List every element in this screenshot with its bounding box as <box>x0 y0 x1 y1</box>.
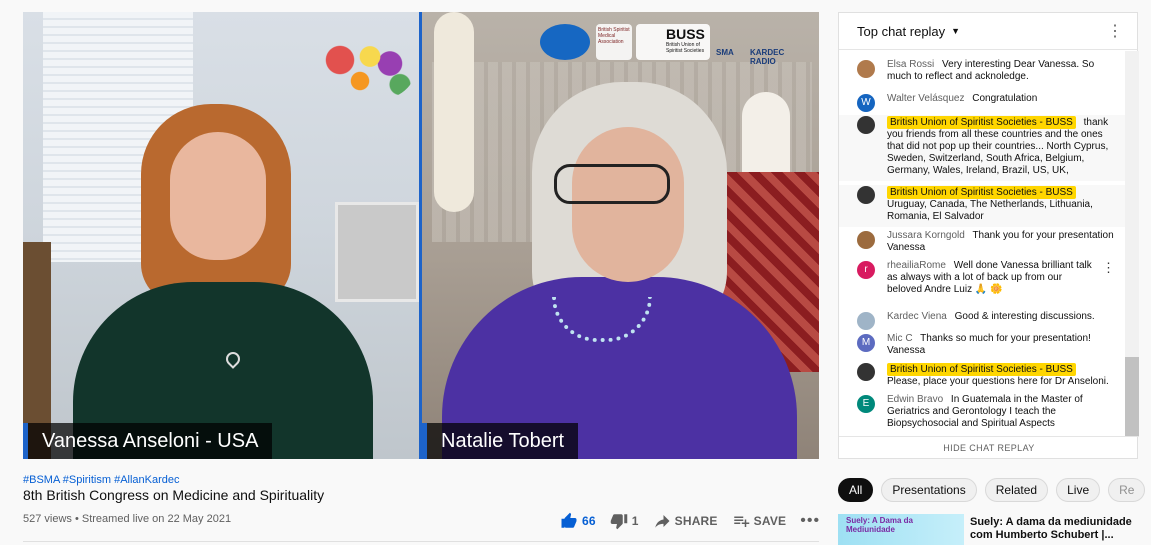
speaker-face <box>170 132 266 260</box>
dislike-count: 1 <box>631 514 639 528</box>
video-title: 8th British Congress on Medicine and Spi… <box>23 487 325 503</box>
sponsor-logos: British Spiritist Medical Association BU… <box>540 20 812 68</box>
buss-logo: BUSS British Union of Spiritist Societie… <box>636 24 710 60</box>
chat-author[interactable]: Edwin Bravo <box>887 394 943 405</box>
glasses <box>554 164 670 204</box>
chat-message: British Union of Spiritist Societies - B… <box>839 362 1125 391</box>
chat-author[interactable]: Jussara Korngold <box>887 230 965 241</box>
recommended-video[interactable]: Suely: A Dama da Mediunidade Suely: A da… <box>838 514 1138 545</box>
chat-menu-icon[interactable]: ⋮ <box>1107 21 1123 41</box>
dropdown-arrow-icon[interactable]: ▼ <box>951 26 960 36</box>
kardec-radio-logo: KARDEC RADIO <box>750 48 785 66</box>
avatar[interactable]: r <box>857 261 875 279</box>
dislike-button[interactable]: 1 <box>610 512 639 530</box>
chat-message: E Edwin Bravo In Guatemala in the Master… <box>839 394 1125 430</box>
speaker-tile-right: British Spiritist Medical Association BU… <box>422 12 819 459</box>
video-player[interactable]: Vanessa Anseloni - USA British Spiritist… <box>23 12 819 459</box>
chat-scrollbar[interactable] <box>1125 51 1139 437</box>
chip-live[interactable]: Live <box>1056 478 1101 502</box>
buss-logo-subtext: British Union of Spiritist Societies <box>666 42 705 54</box>
buss-avatar[interactable] <box>857 116 875 134</box>
chip-related[interactable]: Related <box>984 478 1049 502</box>
hashtags[interactable]: #BSMA #Spiritism #AllanKardec <box>23 474 180 486</box>
buss-avatar[interactable] <box>857 363 875 381</box>
like-button[interactable]: 66 <box>560 512 596 530</box>
chat-message: r rheailiaRome Well done Vanessa brillia… <box>839 260 1125 296</box>
playlist-add-icon <box>733 516 749 527</box>
chat-text: Please, place your questions here for Dr… <box>887 376 1109 387</box>
chat-message: British Union of Spiritist Societies - B… <box>839 115 1125 181</box>
chat-author[interactable]: Mic C <box>887 333 913 344</box>
recommended-thumbnail[interactable]: Suely: A Dama da Mediunidade <box>838 514 964 545</box>
video-meta: 527 views • Streamed live on 22 May 2021 <box>23 513 232 525</box>
separator <box>23 541 819 542</box>
live-chat-replay: Top chat replay ▼ ⋮ Elsa Rossi Very inte… <box>838 12 1139 459</box>
message-menu-icon[interactable]: ⋮ <box>1102 261 1115 274</box>
speaker-tile-left: Vanessa Anseloni - USA <box>23 12 419 459</box>
recommended-title[interactable]: Suely: A dama da mediunidade com Humbert… <box>970 516 1138 542</box>
youtube-watch-page: Vanessa Anseloni - USA British Spiritist… <box>0 0 1151 545</box>
vase <box>434 12 474 212</box>
bsma-logo: British Spiritist Medical Association <box>596 24 632 60</box>
chat-author[interactable]: Elsa Rossi <box>887 59 934 70</box>
chat-author-owner[interactable]: British Union of Spiritist Societies - B… <box>887 186 1076 199</box>
chat-message: British Union of Spiritist Societies - B… <box>839 185 1125 227</box>
speaker-face <box>572 127 684 282</box>
chat-messages[interactable]: Elsa Rossi Very interesting Dear Vanessa… <box>839 51 1139 437</box>
chat-author[interactable]: Walter Velásquez <box>887 93 964 104</box>
chat-message: M Mic C Thanks so much for your presenta… <box>839 333 1125 357</box>
chat-message: Jussara Korngold Thank you for your pres… <box>839 230 1125 254</box>
speaker-name-left: Vanessa Anseloni - USA <box>23 423 273 459</box>
chat-author-owner[interactable]: British Union of Spiritist Societies - B… <box>887 116 1076 129</box>
wall-portrait <box>335 202 419 302</box>
chat-text: Congratulation <box>972 93 1038 104</box>
avatar[interactable]: E <box>857 395 875 413</box>
chat-message: Kardec Viena Good & interesting discussi… <box>839 311 1125 330</box>
speaker-name-right: Natalie Tobert <box>422 423 579 459</box>
save-button[interactable]: SAVE <box>732 512 787 530</box>
avatar[interactable]: M <box>857 334 875 352</box>
chat-author[interactable]: rheailiaRome <box>887 260 946 271</box>
buss-logo-text: BUSS <box>666 26 705 42</box>
thumbs-up-icon <box>561 512 577 528</box>
avatar[interactable] <box>857 231 875 249</box>
share-label: SHARE <box>674 514 718 528</box>
thumbs-down-icon <box>610 514 627 530</box>
avatar[interactable]: W <box>857 94 875 112</box>
buss-avatar[interactable] <box>857 186 875 204</box>
chat-author-owner[interactable]: British Union of Spiritist Societies - B… <box>887 363 1076 376</box>
video-actions: 66 1 SHARE SAVE ••• <box>560 510 834 532</box>
chat-mode-dropdown[interactable]: Top chat replay <box>857 24 945 39</box>
chat-message: Elsa Rossi Very interesting Dear Vanessa… <box>839 59 1125 83</box>
chat-text: Uruguay, Canada, The Netherlands, Lithua… <box>887 199 1093 222</box>
like-count: 66 <box>582 514 596 528</box>
chat-message: W Walter Velásquez Congratulation <box>839 93 1125 112</box>
avatar[interactable] <box>857 312 875 330</box>
chip-truncated[interactable]: Re <box>1108 478 1146 502</box>
hide-chat-replay-button[interactable]: HIDE CHAT REPLAY <box>839 436 1139 458</box>
sma-logo: SMA <box>716 48 734 57</box>
more-actions-icon[interactable]: ••• <box>800 512 820 530</box>
chip-all[interactable]: All <box>838 478 874 502</box>
chip-presentations[interactable]: Presentations <box>881 478 977 502</box>
world-map-poster <box>315 32 415 102</box>
share-button[interactable]: SHARE <box>653 512 718 530</box>
chat-text: Good & interesting discussions. <box>954 311 1095 322</box>
save-label: SAVE <box>753 514 787 528</box>
avatar[interactable] <box>857 60 875 78</box>
share-icon <box>654 515 670 528</box>
chat-scroll-thumb[interactable] <box>1125 357 1139 437</box>
related-filter-chips: All Presentations Related Live Re › <box>838 477 1146 503</box>
chat-header: Top chat replay ▼ ⋮ <box>839 13 1137 50</box>
link-logo-icon <box>540 24 590 60</box>
chat-author[interactable]: Kardec Viena <box>887 311 947 322</box>
chat-text: Thanks so much for your presentation! Va… <box>887 333 1091 356</box>
